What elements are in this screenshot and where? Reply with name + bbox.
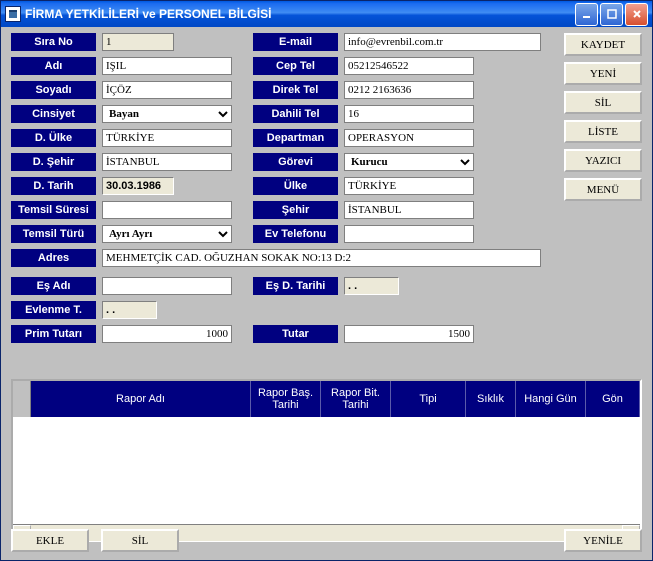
ulke-field[interactable] — [344, 177, 474, 195]
label-ev-telefonu: Ev Telefonu — [253, 225, 338, 243]
es-adi-field[interactable] — [102, 277, 232, 295]
label-dahili-tel: Dahili Tel — [253, 105, 338, 123]
report-grid[interactable]: Rapor Adı Rapor Baş. Tarihi Rapor Bit. T… — [11, 379, 642, 542]
temsil-turu-select[interactable]: Ayrı Ayrı — [102, 225, 232, 243]
grid-header: Rapor Adı Rapor Baş. Tarihi Rapor Bit. T… — [13, 381, 640, 417]
adres-field[interactable] — [102, 249, 541, 267]
yenile-button[interactable]: YENİLE — [564, 529, 642, 552]
label-cinsiyet: Cinsiyet — [11, 105, 96, 123]
label-cep-tel: Cep Tel — [253, 57, 338, 75]
ev-telefonu-field[interactable] — [344, 225, 474, 243]
grid-col-gon[interactable]: Gön — [586, 381, 640, 417]
evlenme-t-field[interactable]: . . — [102, 301, 157, 319]
window-title: FİRMA YETKİLİLERİ ve PERSONEL BİLGİSİ — [25, 7, 575, 21]
label-d-ulke: D. Ülke — [11, 129, 96, 147]
app-icon — [5, 6, 21, 22]
grid-row-selector-header — [13, 381, 31, 417]
grid-col-siklik[interactable]: Sıklık — [466, 381, 516, 417]
label-sira-no: Sıra No — [11, 33, 96, 51]
yeni-button[interactable]: YENİ — [564, 62, 642, 85]
temsil-suresi-field[interactable] — [102, 201, 232, 219]
label-ulke: Ülke — [253, 177, 338, 195]
grid-body[interactable] — [13, 417, 640, 524]
kaydet-button[interactable]: KAYDET — [564, 33, 642, 56]
departman-field[interactable] — [344, 129, 474, 147]
close-button[interactable] — [625, 3, 648, 26]
cinsiyet-select[interactable]: Bayan — [102, 105, 232, 123]
label-temsil-suresi: Temsil Süresi — [11, 201, 96, 219]
label-prim-tutari: Prim Tutarı — [11, 325, 96, 343]
sil-button[interactable]: SİL — [564, 91, 642, 114]
label-adi: Adı — [11, 57, 96, 75]
d-ulke-field[interactable] — [102, 129, 232, 147]
grid-col-rapor-adi[interactable]: Rapor Adı — [31, 381, 251, 417]
minimize-button[interactable] — [575, 3, 598, 26]
label-temsil-turu: Temsil Türü — [11, 225, 96, 243]
label-adres: Adres — [11, 249, 96, 267]
dahili-tel-field[interactable] — [344, 105, 474, 123]
label-d-sehir: D. Şehir — [11, 153, 96, 171]
grid-col-tipi[interactable]: Tipi — [391, 381, 466, 417]
cep-tel-field[interactable] — [344, 57, 474, 75]
yazici-button[interactable]: YAZICI — [564, 149, 642, 172]
label-direk-tel: Direk Tel — [253, 81, 338, 99]
menu-button[interactable]: MENÜ — [564, 178, 642, 201]
titlebar: FİRMA YETKİLİLERİ ve PERSONEL BİLGİSİ — [1, 1, 652, 27]
sil2-button[interactable]: SİL — [101, 529, 179, 552]
email-field[interactable] — [344, 33, 541, 51]
es-d-tarihi-field[interactable]: . . — [344, 277, 399, 295]
label-soyadi: Soyadı — [11, 81, 96, 99]
grid-col-hangi-gun[interactable]: Hangi Gün — [516, 381, 586, 417]
label-gorevi: Görevi — [253, 153, 338, 171]
label-es-d-tarihi: Eş D. Tarihi — [253, 277, 338, 295]
liste-button[interactable]: LİSTE — [564, 120, 642, 143]
d-sehir-field[interactable] — [102, 153, 232, 171]
label-email: E-mail — [253, 33, 338, 51]
label-evlenme-t: Evlenme T. — [11, 301, 96, 319]
label-es-adi: Eş Adı — [11, 277, 96, 295]
gorevi-select[interactable]: Kurucu — [344, 153, 474, 171]
sehir-field[interactable] — [344, 201, 474, 219]
maximize-button[interactable] — [600, 3, 623, 26]
grid-col-rapor-bit[interactable]: Rapor Bit. Tarihi — [321, 381, 391, 417]
soyadi-field[interactable] — [102, 81, 232, 99]
label-sehir: Şehir — [253, 201, 338, 219]
label-departman: Departman — [253, 129, 338, 147]
grid-col-rapor-bas[interactable]: Rapor Baş. Tarihi — [251, 381, 321, 417]
ekle-button[interactable]: EKLE — [11, 529, 89, 552]
d-tarih-field[interactable]: 30.03.1986 — [102, 177, 174, 195]
sira-no-field[interactable] — [102, 33, 174, 51]
prim-tutari-field[interactable] — [102, 325, 232, 343]
adi-field[interactable] — [102, 57, 232, 75]
direk-tel-field[interactable] — [344, 81, 474, 99]
label-tutar: Tutar — [253, 325, 338, 343]
label-d-tarih: D. Tarih — [11, 177, 96, 195]
tutar-field[interactable] — [344, 325, 474, 343]
